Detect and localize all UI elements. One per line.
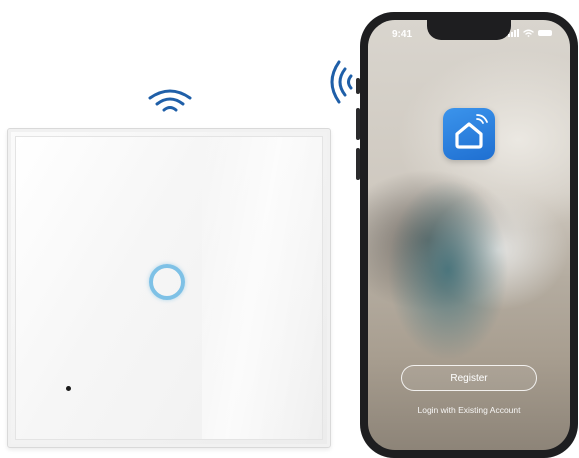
smart-wall-switch bbox=[7, 128, 331, 448]
product-scene: 9:41 Register Login with Existing Accoun… bbox=[0, 0, 579, 458]
wifi-icon bbox=[523, 29, 534, 37]
smart-home-app-icon bbox=[443, 108, 495, 160]
indicator-light bbox=[66, 386, 71, 391]
register-button[interactable]: Register bbox=[401, 365, 537, 391]
status-time: 9:41 bbox=[392, 29, 413, 40]
status-icons bbox=[508, 29, 552, 37]
battery-icon bbox=[538, 30, 552, 36]
wifi-icon bbox=[330, 60, 353, 104]
phone-screen: 9:41 Register Login with Existing Accoun… bbox=[368, 20, 570, 450]
wifi-icon bbox=[148, 89, 192, 112]
smartphone: 9:41 Register Login with Existing Accoun… bbox=[360, 12, 578, 458]
house-icon bbox=[455, 114, 488, 149]
phone-notch bbox=[427, 20, 511, 40]
login-existing-account-link[interactable]: Login with Existing Account bbox=[368, 405, 570, 415]
signal-bars-icon bbox=[508, 29, 519, 37]
touch-button[interactable] bbox=[149, 264, 185, 300]
